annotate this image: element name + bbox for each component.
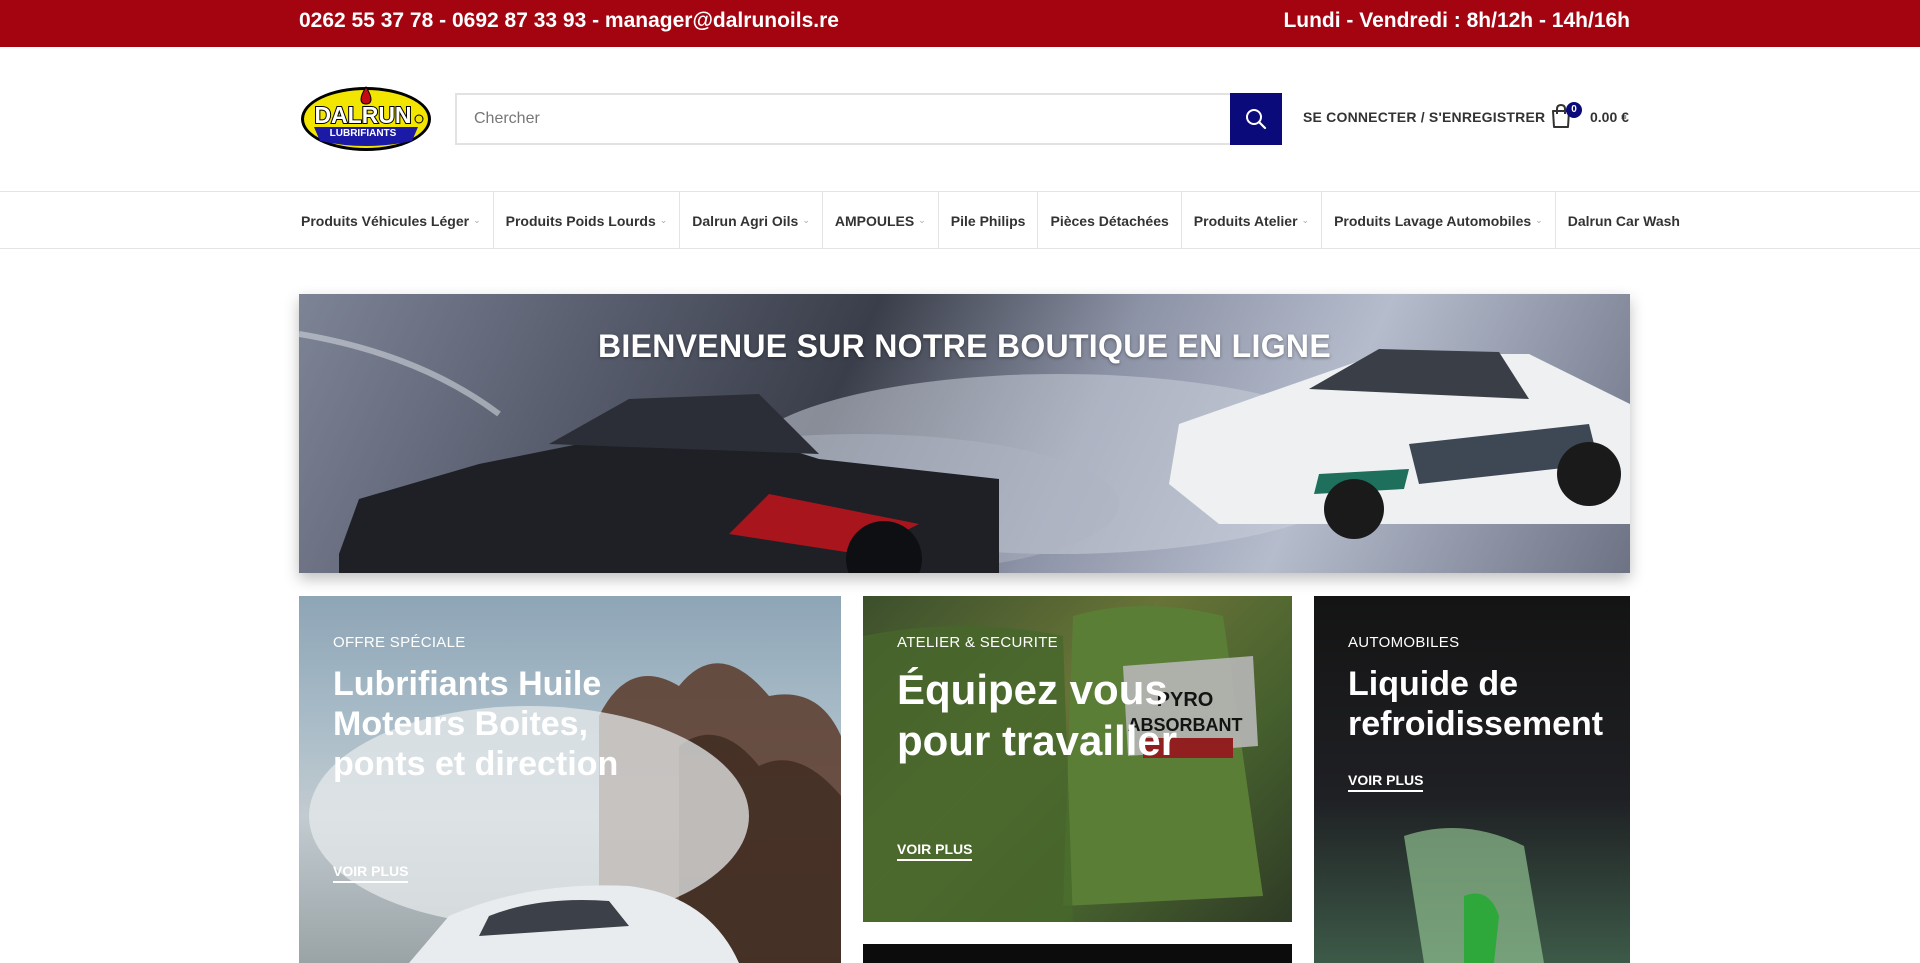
cart-count-badge: 0 (1566, 102, 1582, 118)
promo-card-liquide-refroidissement[interactable]: AUTOMOBILES Liquide de refroidissement V… (1314, 596, 1630, 963)
contact-info: 0262 55 37 78 - 0692 87 33 93 - manager@… (299, 9, 839, 32)
hero-banner: BIENVENUE SUR NOTRE BOUTIQUE EN LIGNE (299, 294, 1630, 573)
search-input[interactable] (457, 95, 1233, 143)
voir-plus-link[interactable]: VOIR PLUS (897, 841, 973, 861)
site-header: DALRUN LUBRIFIANTS SE CONNECTER / S'ENRE… (0, 47, 1920, 192)
nav-item-pile-philips[interactable]: Pile Philips (939, 192, 1039, 249)
chevron-down-icon: ⌄ (473, 215, 481, 225)
nav-item-produits-poids-lourds[interactable]: Produits Poids Lourds ⌄ (494, 192, 681, 249)
site-logo[interactable]: DALRUN LUBRIFIANTS (299, 83, 433, 153)
dalrun-logo-icon: DALRUN LUBRIFIANTS (301, 86, 431, 151)
promo-card-atelier[interactable]: PYRO ABSORBANT ATELIER & SECURITE Équipe… (863, 596, 1292, 922)
chevron-down-icon: ⌄ (918, 215, 926, 225)
top-info-bar: 0262 55 37 78 - 0692 87 33 93 - manager@… (0, 0, 1920, 47)
nav-item-dalrun-car-wash[interactable]: Dalrun Car Wash (1556, 192, 1680, 249)
chevron-down-icon: ⌄ (1301, 215, 1310, 225)
login-register-link[interactable]: SE CONNECTER / S'ENREGISTRER (1303, 109, 1545, 125)
nav-item-ampoules[interactable]: AMPOULES ⌄ (823, 192, 939, 249)
chevron-down-icon: ⌄ (802, 215, 810, 225)
chevron-down-icon: ⌄ (659, 215, 668, 225)
card-heading: Équipez vous pour travailler (897, 666, 1178, 765)
main-navigation: Produits Véhicules Léger ⌄ Produits Poids… (0, 192, 1920, 249)
promo-card-partial[interactable] (863, 944, 1292, 963)
nav-item-pieces-detachees[interactable]: Pièces Détachées (1038, 192, 1182, 249)
voir-plus-link[interactable]: VOIR PLUS (1348, 772, 1424, 792)
card-kicker: ATELIER & SECURITE (897, 634, 1058, 651)
search-icon (1246, 109, 1267, 130)
search-bar (455, 93, 1282, 145)
hero-title: BIENVENUE SUR NOTRE BOUTIQUE EN LIGNE (598, 328, 1331, 364)
nav-item-produits-vehicules-leger[interactable]: Produits Véhicules Léger ⌄ (299, 192, 494, 249)
promo-card-lubrifiants[interactable]: OFFRE SPÉCIALE Lubrifiants Huile Moteurs… (299, 596, 841, 963)
search-button[interactable] (1230, 93, 1282, 145)
opening-hours: Lundi - Vendredi : 8h/12h - 14h/16h (1283, 9, 1630, 32)
card-kicker: OFFRE SPÉCIALE (333, 634, 466, 651)
card-kicker: AUTOMOBILES (1348, 634, 1460, 651)
svg-text:DALRUN: DALRUN (314, 102, 411, 128)
card-heading: Liquide de refroidissement (1348, 665, 1604, 744)
card-heading: Lubrifiants Huile Moteurs Boites, ponts … (333, 665, 619, 784)
nav-item-dalrun-agri-oils[interactable]: Dalrun Agri Oils ⌄ (680, 192, 823, 249)
nav-item-produits-atelier[interactable]: Produits Atelier ⌄ (1182, 192, 1323, 249)
chevron-down-icon: ⌄ (1535, 215, 1543, 225)
svg-text:LUBRIFIANTS: LUBRIFIANTS (330, 128, 397, 139)
voir-plus-link[interactable]: VOIR PLUS (333, 863, 409, 883)
nav-item-produits-lavage-automobiles[interactable]: Produits Lavage Automobiles ⌄ (1322, 192, 1556, 249)
cart-total[interactable]: 0.00 € (1590, 109, 1629, 125)
